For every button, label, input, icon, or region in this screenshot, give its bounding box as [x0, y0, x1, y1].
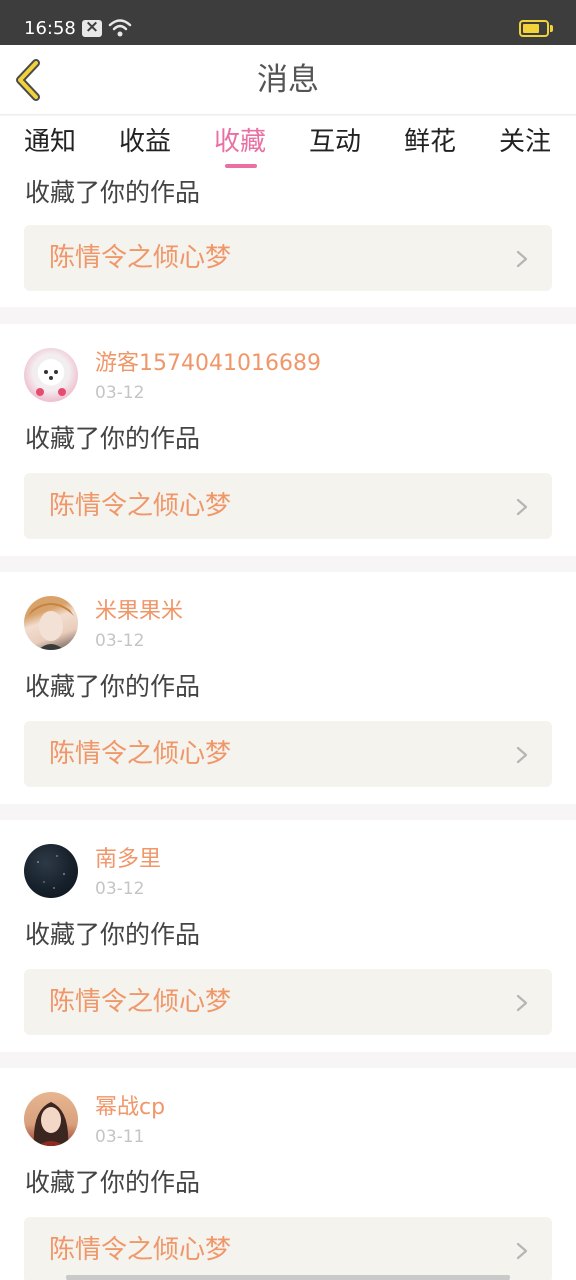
list-item: 米果果米 03-12 收藏了你的作品 陈情令之倾心梦 — [0, 572, 576, 804]
active-tab-indicator — [225, 164, 257, 168]
tab-earnings[interactable]: 收益 — [119, 122, 171, 162]
list-item: 幂战cp 03-11 收藏了你的作品 陈情令之倾心梦 — [0, 1068, 576, 1280]
work-title: 陈情令之倾心梦 — [49, 739, 232, 769]
tab-favorites[interactable]: 收藏 — [214, 122, 266, 162]
tab-bar: 通知 收益 收藏 互动 鲜花 关注 — [0, 116, 576, 176]
tab-notifications[interactable]: 通知 — [24, 122, 76, 162]
work-title: 陈情令之倾心梦 — [49, 987, 232, 1017]
chevron-right-icon — [516, 498, 528, 516]
work-link[interactable]: 陈情令之倾心梦 — [24, 969, 552, 1035]
notification-icon — [82, 17, 102, 37]
post-date: 03-12 — [95, 631, 145, 651]
post-date: 03-11 — [95, 1127, 145, 1147]
wifi-icon — [108, 19, 132, 37]
battery-level — [523, 24, 539, 33]
status-bar: 16:58 — [0, 0, 576, 45]
action-text: 收藏了你的作品 — [25, 424, 201, 453]
work-title: 陈情令之倾心梦 — [49, 1235, 232, 1265]
white-puppy-avatar[interactable] — [24, 348, 78, 402]
work-link[interactable]: 陈情令之倾心梦 — [24, 225, 552, 291]
tab-interaction[interactable]: 互动 — [309, 122, 361, 162]
person-portrait-avatar[interactable] — [24, 596, 78, 650]
action-text: 收藏了你的作品 — [25, 1168, 201, 1197]
battery-tip — [550, 25, 553, 32]
list-item: 南多里 03-12 收藏了你的作品 陈情令之倾心梦 — [0, 820, 576, 1052]
dark-starry-avatar[interactable] — [24, 844, 78, 898]
work-title: 陈情令之倾心梦 — [49, 243, 232, 273]
page-title: 消息 — [257, 62, 319, 98]
stars-icon — [37, 855, 65, 889]
chevron-right-icon — [516, 1242, 528, 1260]
work-title: 陈情令之倾心梦 — [49, 491, 232, 521]
user-name[interactable]: 游客1574041016689 — [95, 350, 321, 378]
home-indicator — [66, 1275, 510, 1280]
user-name[interactable]: 幂战cp — [95, 1094, 165, 1122]
tab-flowers[interactable]: 鲜花 — [404, 122, 456, 162]
list-item: 收藏了你的作品 陈情令之倾心梦 — [0, 176, 576, 307]
user-name[interactable]: 南多里 — [95, 846, 161, 874]
woman-portrait-avatar[interactable] — [24, 1092, 78, 1146]
chevron-right-icon — [516, 250, 528, 268]
action-text: 收藏了你的作品 — [25, 920, 201, 949]
work-link[interactable]: 陈情令之倾心梦 — [24, 473, 552, 539]
list-item: 游客1574041016689 03-12 收藏了你的作品 陈情令之倾心梦 — [0, 324, 576, 556]
nav-bar: 消息 — [0, 45, 576, 115]
post-date: 03-12 — [95, 879, 145, 899]
status-time: 16:58 — [24, 18, 76, 39]
work-link[interactable]: 陈情令之倾心梦 — [24, 1217, 552, 1280]
post-date: 03-12 — [95, 383, 145, 403]
user-name[interactable]: 米果果米 — [95, 598, 183, 626]
action-text: 收藏了你的作品 — [25, 672, 201, 701]
chevron-right-icon — [516, 994, 528, 1012]
tab-follows[interactable]: 关注 — [499, 122, 551, 162]
battery-icon — [519, 20, 549, 37]
portrait-face-icon — [33, 1102, 69, 1146]
chevron-right-icon — [516, 746, 528, 764]
action-text: 收藏了你的作品 — [25, 178, 201, 207]
portrait-face-icon — [28, 603, 74, 650]
work-link[interactable]: 陈情令之倾心梦 — [24, 721, 552, 787]
puppy-face-icon — [36, 370, 66, 396]
